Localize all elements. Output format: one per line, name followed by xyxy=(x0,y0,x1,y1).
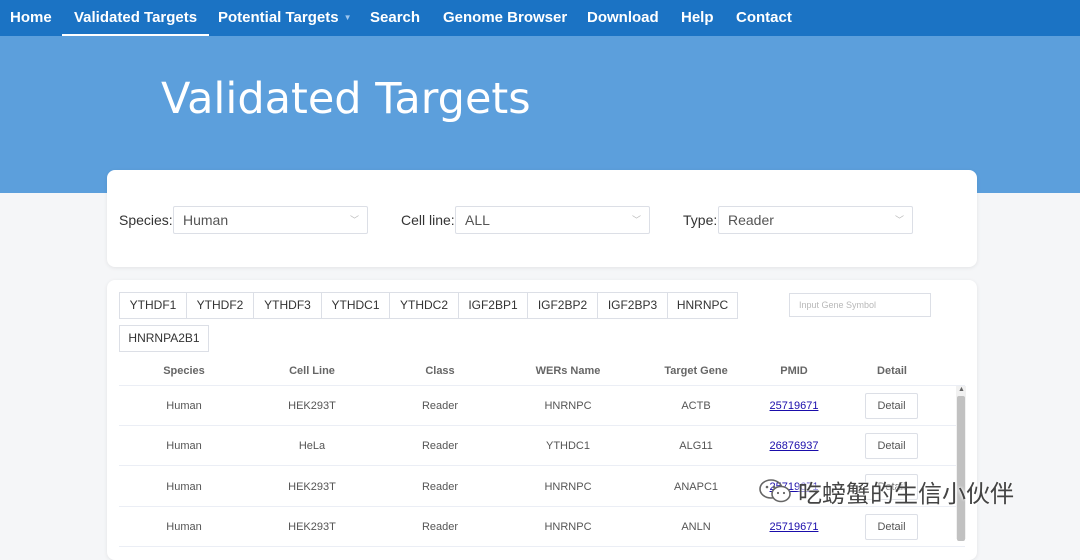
tab-ythdf2[interactable]: YTHDF2 xyxy=(186,292,254,319)
nav-validated-targets[interactable]: Validated Targets xyxy=(62,0,210,36)
chevron-down-icon: ▼ xyxy=(343,13,352,23)
pmid-link[interactable]: 25719671 xyxy=(730,386,858,426)
cell-species: Human xyxy=(166,440,202,452)
nav-home[interactable]: Home xyxy=(10,0,52,36)
cell-species: Human xyxy=(166,400,202,412)
chevron-down-icon: ﹀ xyxy=(894,215,904,225)
tab-hnrnpa2b1[interactable]: HNRNPA2B1 xyxy=(119,325,209,352)
nav-search[interactable]: Search xyxy=(370,0,420,36)
col-class: Class xyxy=(425,365,455,377)
top-nav: Home Validated Targets Potential Targets… xyxy=(0,0,1080,36)
pmid-link[interactable]: 26876937 xyxy=(730,426,858,466)
results-card: YTHDF1 YTHDF2 YTHDF3 YTHDC1 YTHDC2 IGF2B… xyxy=(107,280,977,560)
nav-contact[interactable]: Contact xyxy=(736,0,792,36)
nav-download[interactable]: Download xyxy=(587,0,659,36)
cell-class: Reader xyxy=(421,481,459,493)
species-label: Species: xyxy=(119,212,173,228)
chevron-down-icon: ﹀ xyxy=(349,215,359,225)
scroll-up-arrow-icon[interactable]: ▲ xyxy=(958,386,965,393)
cell-cell-line: HEK293T xyxy=(288,521,336,533)
type-label: Type: xyxy=(683,212,718,228)
cell-cell-line: HeLa xyxy=(298,440,326,452)
type-value: Reader xyxy=(728,212,774,228)
tab-ythdf3[interactable]: YTHDF3 xyxy=(253,292,322,319)
filter-card: Species: Human ﹀ Cell line: ALL ﹀ Type: … xyxy=(107,170,977,267)
pmid-link[interactable]: 25719671 xyxy=(730,507,858,547)
col-cell-line: Cell Line xyxy=(289,365,335,377)
page-title: Validated Targets xyxy=(161,74,531,124)
tab-ythdc1[interactable]: YTHDC1 xyxy=(321,292,390,319)
table-row: Human HEK293T Reader HNRNPC ACTB 2571967… xyxy=(119,386,965,426)
table-scrollbar[interactable]: ▲ xyxy=(956,386,966,541)
tab-igf2bp3[interactable]: IGF2BP3 xyxy=(597,292,668,319)
nav-help[interactable]: Help xyxy=(681,0,714,36)
cell-cell-line: HEK293T xyxy=(288,400,336,412)
cell-line-value: ALL xyxy=(465,212,490,228)
scrollbar-thumb[interactable] xyxy=(957,396,965,541)
nav-potential-targets[interactable]: Potential Targets ▼ xyxy=(218,0,352,36)
tab-ythdf1[interactable]: YTHDF1 xyxy=(119,292,187,319)
wechat-icon xyxy=(758,478,792,504)
species-select[interactable]: Human ﹀ xyxy=(173,206,368,234)
species-value: Human xyxy=(183,212,229,228)
type-select[interactable]: Reader ﹀ xyxy=(718,206,913,234)
nav-potential-targets-label: Potential Targets xyxy=(218,9,339,26)
detail-button[interactable]: Detail xyxy=(865,514,918,540)
cell-line-select[interactable]: ALL ﹀ xyxy=(455,206,650,234)
cell-wers-name: HNRNPC xyxy=(544,521,592,533)
tab-ythdc2[interactable]: YTHDC2 xyxy=(389,292,459,319)
watermark: 吃螃蟹的生信小伙伴 xyxy=(758,474,1014,508)
nav-genome-browser[interactable]: Genome Browser xyxy=(443,0,567,36)
table-row: Human HeLa Reader YTHDC1 ALG11 26876937 … xyxy=(119,426,965,466)
cell-wers-name: HNRNPC xyxy=(544,481,592,493)
col-wers-name: WERs Name xyxy=(535,365,601,377)
cell-class: Reader xyxy=(421,400,459,412)
table-row: Human HEK293T Reader HNRNPC ANLN 2571967… xyxy=(119,507,965,547)
cell-class: Reader xyxy=(421,440,459,452)
detail-button[interactable]: Detail xyxy=(865,393,918,419)
cell-line-label: Cell line: xyxy=(401,212,455,228)
tab-igf2bp1[interactable]: IGF2BP1 xyxy=(458,292,528,319)
col-detail: Detail xyxy=(877,365,907,377)
tab-igf2bp2[interactable]: IGF2BP2 xyxy=(527,292,598,319)
cell-cell-line: HEK293T xyxy=(288,481,336,493)
tab-hnrnpc[interactable]: HNRNPC xyxy=(667,292,738,319)
gene-symbol-search-input[interactable] xyxy=(789,293,931,317)
cell-wers-name: HNRNPC xyxy=(544,400,592,412)
detail-button[interactable]: Detail xyxy=(865,433,918,459)
col-species: Species xyxy=(163,365,205,377)
cell-class: Reader xyxy=(421,521,459,533)
cell-species: Human xyxy=(166,481,202,493)
cell-wers-name: YTHDC1 xyxy=(545,440,590,452)
chevron-down-icon: ﹀ xyxy=(631,215,641,225)
watermark-text: 吃螃蟹的生信小伙伴 xyxy=(798,479,1014,508)
cell-species: Human xyxy=(166,521,202,533)
